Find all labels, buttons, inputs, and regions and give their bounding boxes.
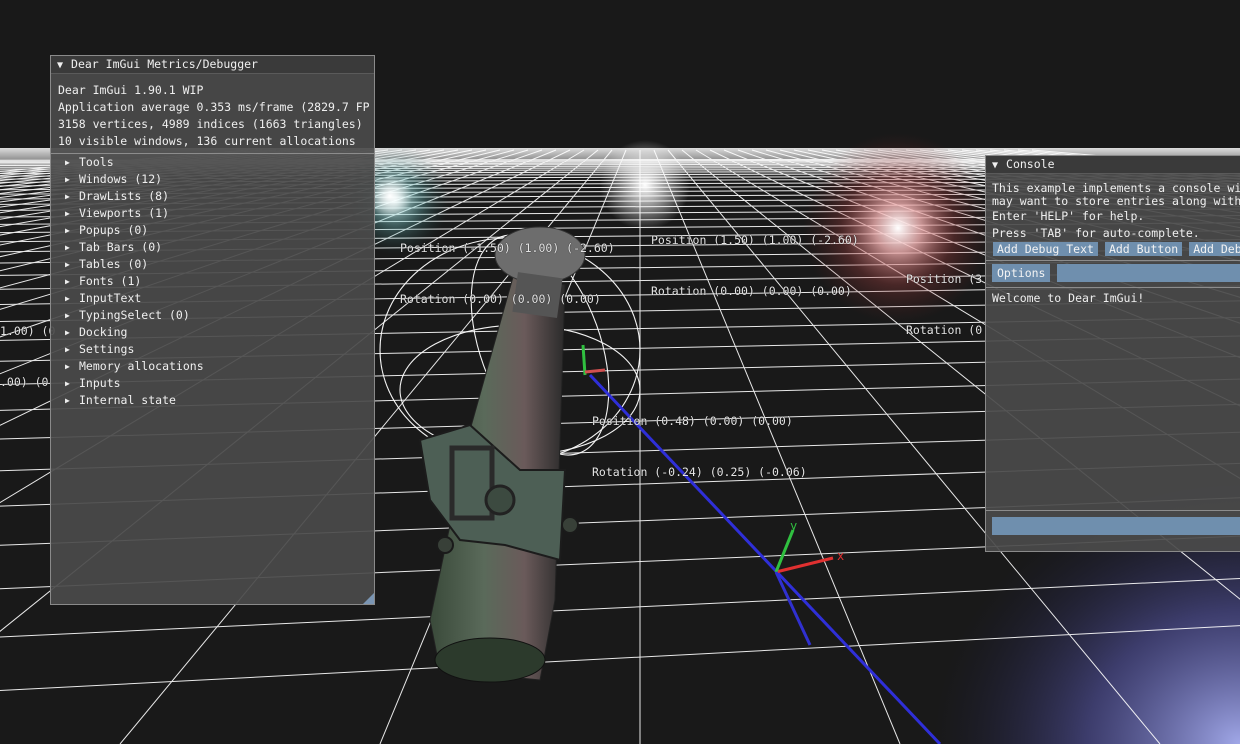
tree-node[interactable]: ▶ DrawLists (8) (51, 188, 374, 205)
tree-node-label: Tools (79, 155, 114, 169)
console-title-bar[interactable]: ▼ Console (986, 156, 1240, 174)
expand-arrow-icon: ▶ (65, 192, 70, 201)
tree-node[interactable]: ▶ InputText (51, 290, 374, 307)
log-line: Welcome to Dear ImGui! (992, 291, 1145, 305)
light-position: Position (3 (906, 272, 983, 286)
expand-arrow-icon: ▶ (65, 175, 70, 184)
resize-grip[interactable] (363, 593, 374, 604)
expand-arrow-icon: ▶ (65, 158, 70, 167)
model-position: Position (0.48) (0.00) (0.00) (592, 414, 793, 428)
metrics-title: Dear ImGui Metrics/Debugger (71, 57, 258, 71)
command-input[interactable] (992, 517, 1240, 535)
model-label: Position (0.48) (0.00) (0.00) Rotation (… (592, 379, 807, 498)
light-position: Position (-1.50) (1.00) (-2.60) (400, 241, 615, 255)
tree-node[interactable]: ▶ Inputs (51, 375, 374, 392)
version-text: Dear ImGui 1.90.1 WIP (58, 83, 204, 97)
tree-node-label: DrawLists (8) (79, 189, 170, 203)
tree-node-label: Viewports (1) (79, 206, 170, 220)
tree-node-label: Popups (0) (79, 223, 149, 237)
tree-node[interactable]: ▶ Fonts (1) (51, 273, 374, 290)
help-text: Enter 'HELP' for help. (992, 209, 1145, 223)
expand-arrow-icon: ▶ (65, 345, 70, 354)
console-button-row: Add Debug Text Add Button Add Deb (986, 242, 1240, 259)
expand-arrow-icon: ▶ (65, 260, 70, 269)
console-log-area[interactable]: Welcome to Dear ImGui! (986, 288, 1240, 510)
tree-node[interactable]: ▶ Windows (12) (51, 171, 374, 188)
light-rotation: Rotation (0.00) (0.00) (0.00) (400, 292, 601, 306)
expand-arrow-icon: ▶ (65, 226, 70, 235)
add-button-button[interactable]: Add Button (1104, 242, 1183, 256)
tree-node[interactable]: ▶ Internal state (51, 392, 374, 409)
perf-text: Application average 0.353 ms/frame (2829… (58, 100, 370, 114)
separator (986, 260, 1240, 261)
tree-node-label: Memory allocations (79, 359, 204, 373)
tree-node-label: Fonts (1) (79, 274, 142, 288)
filter-input[interactable] (1057, 264, 1240, 282)
gizmo-x-label: x (837, 549, 844, 563)
model-rotation: Rotation (-0.24) (0.25) (-0.06) (592, 465, 807, 479)
expand-arrow-icon: ▶ (65, 328, 70, 337)
tree-node[interactable]: ▶ Settings (51, 341, 374, 358)
add-debug-text-button[interactable]: Add Debug Text (993, 242, 1098, 256)
light-position: 1.00) (0 (0, 324, 56, 338)
light-rotation: .00) (0 (0, 375, 49, 389)
light-label-3: Position (3 Rotation (0 (906, 237, 982, 356)
collapse-triangle-icon[interactable]: ▼ (57, 57, 63, 74)
light-position: Position (1.50) (1.00) (-2.60) (651, 233, 859, 247)
tree-node[interactable]: ▶ Popups (0) (51, 222, 374, 239)
console-title: Console (1006, 157, 1055, 171)
tree-node-label: Docking (79, 325, 128, 339)
expand-arrow-icon: ▶ (65, 209, 70, 218)
tree-node[interactable]: ▶ Tab Bars (0) (51, 239, 374, 256)
light-rotation: Rotation (0 (906, 323, 983, 337)
add-debug-error-button[interactable]: Add Deb (1189, 242, 1240, 256)
expand-arrow-icon: ▶ (65, 396, 70, 405)
tree-node-label: TypingSelect (0) (79, 308, 190, 322)
metrics-tree: ▶ Tools ▶ Windows (12) ▶ DrawLists (8) ▶ Viewpo… (51, 154, 374, 409)
tree-node-label: InputText (79, 291, 142, 305)
tree-node[interactable]: ▶ Docking (51, 324, 374, 341)
tree-node-label: Tables (0) (79, 257, 149, 271)
expand-arrow-icon: ▶ (65, 362, 70, 371)
expand-arrow-icon: ▶ (65, 379, 70, 388)
tree-node[interactable]: ▶ Tools (51, 154, 374, 171)
light-label-4: 1.00) (0 .00) (0 (0, 289, 55, 408)
console-description: This example implements a console wi may… (986, 182, 1240, 208)
light-label-2: Position (1.50) (1.00) (-2.60) Rotation … (651, 198, 859, 317)
collapse-triangle-icon[interactable]: ▼ (992, 157, 998, 174)
tree-node-label: Tab Bars (0) (79, 240, 163, 254)
tree-node-label: Windows (12) (79, 172, 163, 186)
tree-node[interactable]: ▶ Tables (0) (51, 256, 374, 273)
expand-arrow-icon: ▶ (65, 294, 70, 303)
windows-info-text: 10 visible windows, 136 current allocati… (58, 134, 356, 148)
separator (986, 510, 1240, 511)
geometry-text: 3158 vertices, 4989 indices (1663 triang… (58, 117, 363, 131)
tree-node-label: Inputs (79, 376, 121, 390)
light-rotation: Rotation (0.00) (0.00) (0.00) (651, 284, 852, 298)
tree-node-label: Settings (79, 342, 135, 356)
tab-text: Press 'TAB' for auto-complete. (992, 226, 1200, 240)
tree-node[interactable]: ▶ Memory allocations (51, 358, 374, 375)
options-button[interactable]: Options (992, 264, 1051, 282)
light-label-1: Position (-1.50) (1.00) (-2.60) Rotation… (400, 206, 615, 325)
console-desc-line2: may want to store entries along with (992, 194, 1240, 208)
console-options-row: Options (986, 264, 1240, 284)
expand-arrow-icon: ▶ (65, 243, 70, 252)
expand-arrow-icon: ▶ (65, 277, 70, 286)
tree-node[interactable]: ▶ Viewports (1) (51, 205, 374, 222)
expand-arrow-icon: ▶ (65, 311, 70, 320)
tree-node[interactable]: ▶ TypingSelect (0) (51, 307, 374, 324)
metrics-title-bar[interactable]: ▼ Dear ImGui Metrics/Debugger (51, 56, 374, 74)
metrics-window[interactable]: ▼ Dear ImGui Metrics/Debugger Dear ImGui … (50, 55, 375, 605)
gizmo-y-label: y (790, 519, 797, 533)
tree-node-label: Internal state (79, 393, 176, 407)
console-window[interactable]: ▼ Console This example implements a conso… (985, 155, 1240, 552)
